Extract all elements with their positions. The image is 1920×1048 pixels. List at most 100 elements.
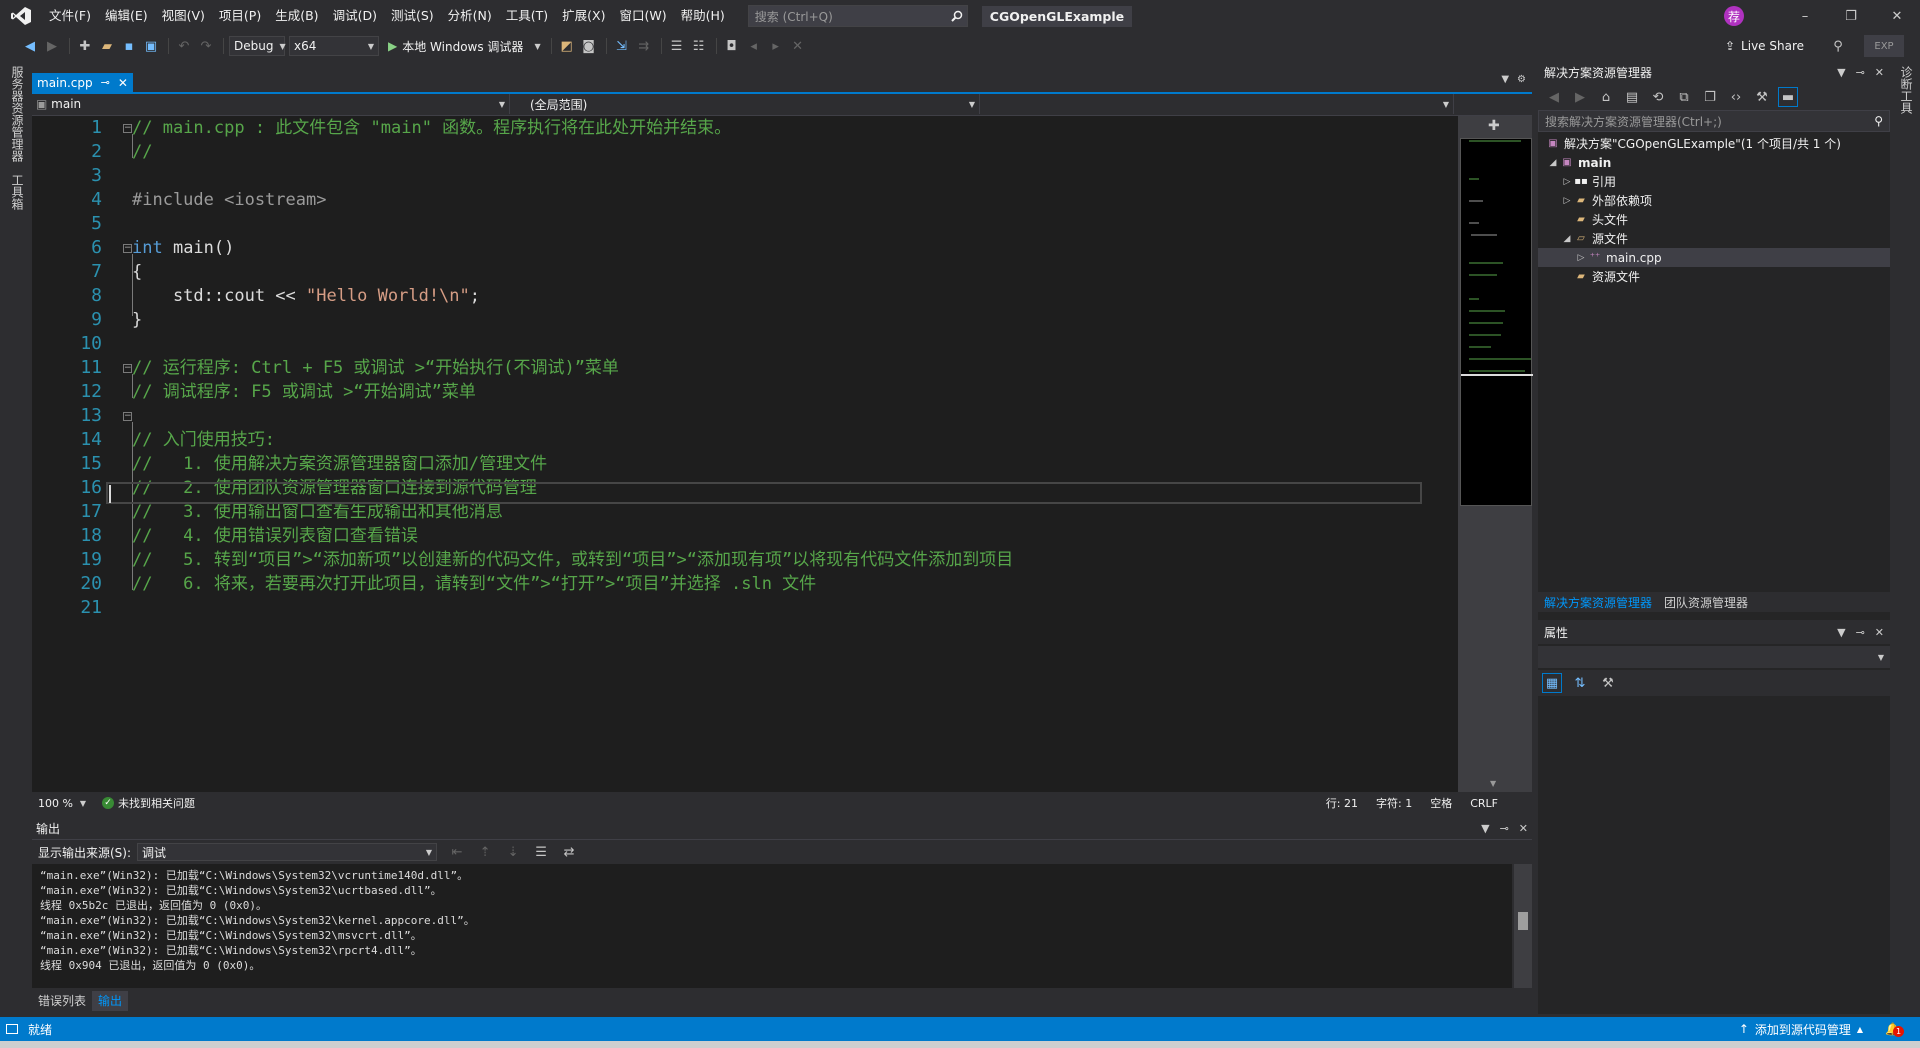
clear-all-icon[interactable]: ☰ xyxy=(531,842,551,862)
show-all-files-icon[interactable]: ❐ xyxy=(1700,87,1720,107)
issues-status[interactable]: 未找到相关问题 xyxy=(118,795,195,811)
zoom-select[interactable]: 100 % ▼ xyxy=(34,795,90,811)
tab-output[interactable]: 输出 xyxy=(92,991,129,1011)
minimize-button[interactable]: – xyxy=(1782,0,1828,32)
menu-build[interactable]: 生成(B) xyxy=(268,0,325,32)
pin-icon[interactable]: ⊸ xyxy=(1856,626,1865,639)
close-icon[interactable]: ✕ xyxy=(118,76,128,90)
undo-icon[interactable]: ↶ xyxy=(174,36,194,56)
menu-help[interactable]: 帮助(H) xyxy=(674,0,732,32)
start-debugging-button[interactable]: ▶ 本地 Windows 调试器 ▼ xyxy=(383,38,546,55)
member-select[interactable]: ▼ xyxy=(980,94,1454,114)
next-message-icon[interactable]: ⇣ xyxy=(503,842,523,862)
tree-item-resource-files[interactable]: ▰ 资源文件 xyxy=(1538,267,1890,286)
solution-configuration-select[interactable]: Debug ▼ xyxy=(229,36,286,56)
collapse-toggle[interactable]: − xyxy=(123,412,132,421)
tree-item-source-files[interactable]: ◢ ▱ 源文件 xyxy=(1538,229,1890,248)
tree-item-solution[interactable]: ▣ 解决方案"CGOpenGLExample"(1 个项目/共 1 个) xyxy=(1538,134,1890,153)
collapse-toggle[interactable]: − xyxy=(123,124,132,133)
notifications-button[interactable]: 🔔 1 xyxy=(1885,1022,1905,1037)
collapsed-icon[interactable]: ▷ xyxy=(1560,196,1574,206)
camera-icon[interactable]: ◙ xyxy=(579,36,599,56)
project-select[interactable]: ▣ main ▼ xyxy=(32,94,510,114)
window-position-icon[interactable]: ▼ xyxy=(1837,66,1845,79)
navigate-forward-icon[interactable]: ▶ xyxy=(42,36,62,56)
window-position-icon[interactable]: ▼ xyxy=(1481,822,1489,835)
property-pages-icon[interactable]: ⚒ xyxy=(1598,673,1618,693)
visual-studio-logo-icon[interactable] xyxy=(0,0,42,32)
forward-icon[interactable]: ▶ xyxy=(1570,87,1590,107)
navigate-back-icon[interactable]: ◀ xyxy=(20,36,40,56)
window-position-icon[interactable]: ▼ xyxy=(1837,626,1845,639)
word-wrap-icon[interactable]: ⇄ xyxy=(559,842,579,862)
pin-icon[interactable]: ⊸ xyxy=(101,76,110,89)
switch-views-icon[interactable]: ▤ xyxy=(1622,87,1642,107)
expanded-icon[interactable]: ◢ xyxy=(1560,234,1574,244)
tab-error-list[interactable]: 错误列表 xyxy=(32,991,92,1011)
pin-icon[interactable]: ⊸ xyxy=(1500,822,1509,835)
scroll-thumb[interactable] xyxy=(1518,912,1528,930)
save-all-icon[interactable]: ▣ xyxy=(141,36,161,56)
open-file-icon[interactable]: ▰ xyxy=(97,36,117,56)
tab-dropdown-icon[interactable]: ▼ xyxy=(1501,74,1509,85)
output-text[interactable]: “main.exe”(Win32): 已加载“C:\Windows\System… xyxy=(32,864,1512,988)
pin-icon[interactable]: ⊸ xyxy=(1856,66,1865,79)
server-explorer-tab[interactable]: 服务器资源管理器 xyxy=(9,60,26,168)
experiment-button[interactable]: EXP xyxy=(1864,35,1904,57)
code-editor[interactable]: 1 2 3 4 5 6 7 8 9 10 11 12 13 14 15 16 1… xyxy=(32,116,1458,792)
close-icon[interactable]: ✕ xyxy=(1875,626,1884,639)
properties-wrench-icon[interactable]: ⚒ xyxy=(1752,87,1772,107)
home-icon[interactable]: ⌂ xyxy=(1596,87,1616,107)
tree-item-references[interactable]: ▷ ▪▪ 引用 xyxy=(1538,172,1890,191)
step-over-icon[interactable]: ⇉ xyxy=(634,36,654,56)
map-preview[interactable] xyxy=(1460,138,1533,506)
collapse-all-icon[interactable]: ⧉ xyxy=(1674,87,1694,107)
menu-window[interactable]: 窗口(W) xyxy=(612,0,673,32)
feedback-icon[interactable]: ⚲ xyxy=(1828,36,1848,56)
properties-object-select[interactable]: ▼ xyxy=(1538,646,1890,668)
split-editor-icon[interactable]: ✚ xyxy=(1488,118,1500,134)
scroll-down-icon[interactable]: ▼ xyxy=(1490,779,1496,788)
back-icon[interactable]: ◀ xyxy=(1544,87,1564,107)
scope-select[interactable]: (全局范围) ▼ xyxy=(510,94,980,114)
clear-bookmarks-icon[interactable]: ✕ xyxy=(788,36,808,56)
tree-item-main-cpp[interactable]: ▷ ⁺⁺ main.cpp xyxy=(1538,248,1890,267)
tab-solution-explorer[interactable]: 解决方案资源管理器 xyxy=(1538,594,1658,611)
menu-test[interactable]: 测试(S) xyxy=(384,0,441,32)
preview-selected-icon[interactable]: ▬ xyxy=(1778,87,1798,107)
pending-changes-icon[interactable]: ⟲ xyxy=(1648,87,1668,107)
comment-out-icon[interactable]: ☰ xyxy=(667,36,687,56)
user-avatar[interactable]: 荐 xyxy=(1724,6,1744,26)
menu-debug[interactable]: 调试(D) xyxy=(326,0,384,32)
menu-tools[interactable]: 工具(T) xyxy=(499,0,555,32)
solution-search-input[interactable]: 搜索解决方案资源管理器(Ctrl+;) ⚲ xyxy=(1538,110,1890,132)
prev-bookmark-icon[interactable]: ◂ xyxy=(744,36,764,56)
live-share-button[interactable]: ⇪ Live Share xyxy=(1725,39,1804,53)
uncomment-icon[interactable]: ☷ xyxy=(689,36,709,56)
prev-message-icon[interactable]: ⇡ xyxy=(475,842,495,862)
browser-link-icon[interactable]: ◩ xyxy=(557,36,577,56)
output-source-select[interactable]: 调试 ▼ xyxy=(137,843,438,861)
new-project-icon[interactable]: ✚ xyxy=(75,36,95,56)
restore-button[interactable]: ❐ xyxy=(1828,0,1874,32)
solution-platform-select[interactable]: x64 ▼ xyxy=(289,36,379,56)
save-icon[interactable]: ▪ xyxy=(119,36,139,56)
bookmark-icon[interactable]: ◘ xyxy=(722,36,742,56)
view-code-icon[interactable]: ‹› xyxy=(1726,87,1746,107)
tree-item-external-dependencies[interactable]: ▷ ▰ 外部依赖项 xyxy=(1538,191,1890,210)
search-input[interactable]: 搜索 (Ctrl+Q) xyxy=(747,5,968,27)
output-scrollbar[interactable] xyxy=(1514,864,1532,988)
collapse-toggle[interactable]: − xyxy=(123,244,132,253)
menu-view[interactable]: 视图(V) xyxy=(155,0,212,32)
expanded-icon[interactable]: ◢ xyxy=(1546,158,1560,168)
close-button[interactable]: ✕ xyxy=(1874,0,1920,32)
menu-file[interactable]: 文件(F) xyxy=(42,0,98,32)
collapsed-icon[interactable]: ▷ xyxy=(1574,253,1588,263)
step-into-icon[interactable]: ⇲ xyxy=(612,36,632,56)
tab-main-cpp[interactable]: main.cpp ⊸ ✕ xyxy=(32,73,133,92)
tree-item-project[interactable]: ◢ ▣ main xyxy=(1538,153,1890,172)
menu-edit[interactable]: 编辑(E) xyxy=(98,0,155,32)
next-bookmark-icon[interactable]: ▸ xyxy=(766,36,786,56)
categorized-icon[interactable]: ▦ xyxy=(1542,673,1562,693)
redo-icon[interactable]: ↷ xyxy=(196,36,216,56)
